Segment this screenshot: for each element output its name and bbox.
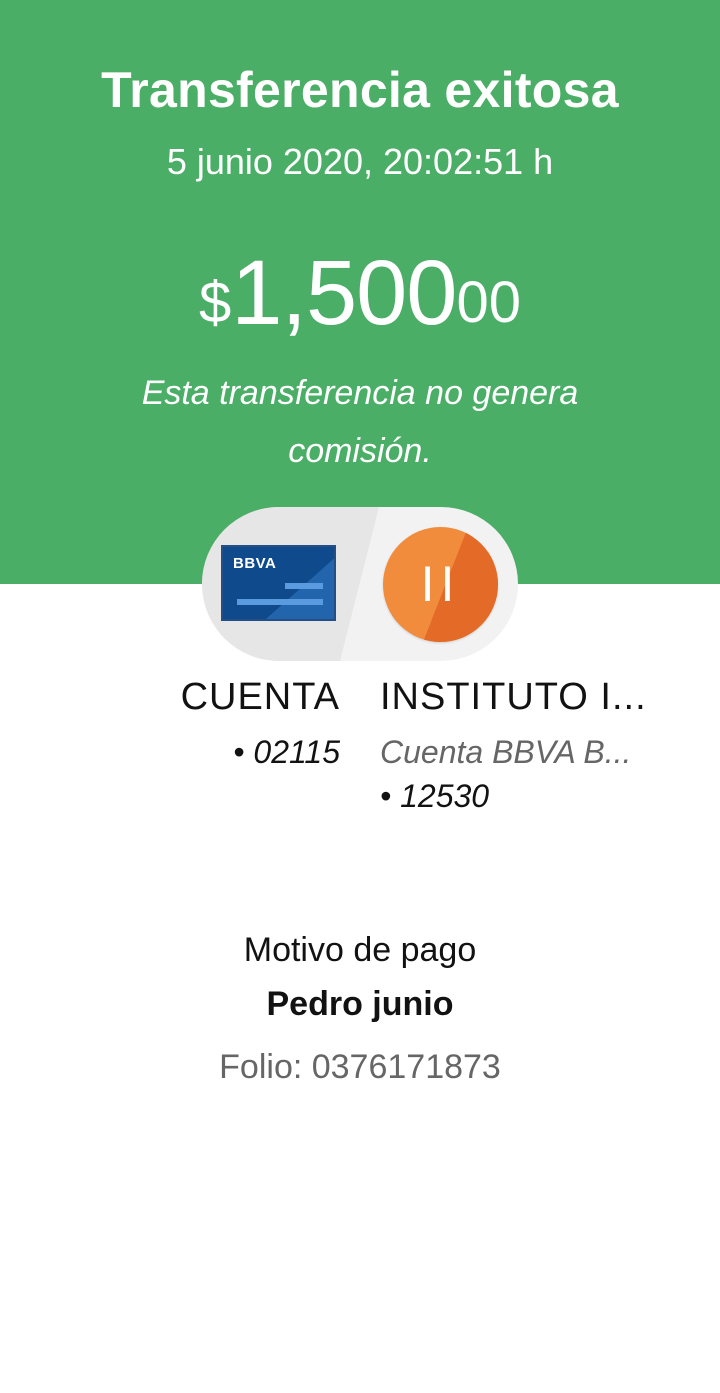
transfer-amount: $1,50000: [0, 238, 720, 375]
avatar-initials: II: [420, 556, 461, 612]
commission-note: Esta transferencia no genera comisión.: [141, 374, 579, 470]
origin-account-number: • 02115: [233, 734, 340, 770]
folio-number: Folio: 0376171873: [219, 1048, 501, 1086]
amount-cents: 00: [456, 270, 521, 335]
amount-integer: 1,500: [231, 242, 457, 344]
payment-reason-label: Motivo de pago: [243, 931, 477, 969]
transfer-datetime: 5 junio 2020, 20:02:51 h: [166, 141, 554, 182]
amount-currency: $: [198, 270, 232, 335]
payment-reason-value: Pedro junio: [266, 985, 454, 1023]
destination-name: INSTITUTO I...: [380, 676, 647, 718]
destination-avatar: II: [383, 527, 498, 642]
origin-account-name: CUENTA: [180, 676, 340, 718]
transfer-parties: BBVA II: [202, 507, 518, 661]
bank-card-icon: BBVA: [221, 545, 336, 621]
page-title: Transferencia exitosa: [101, 62, 619, 118]
success-header: Transferencia exitosa 5 junio 2020, 20:0…: [0, 0, 720, 584]
card-logo: BBVA: [233, 555, 277, 572]
destination-bank: Cuenta BBVA B...: [380, 734, 632, 770]
destination-account-number: • 12530: [380, 778, 490, 814]
